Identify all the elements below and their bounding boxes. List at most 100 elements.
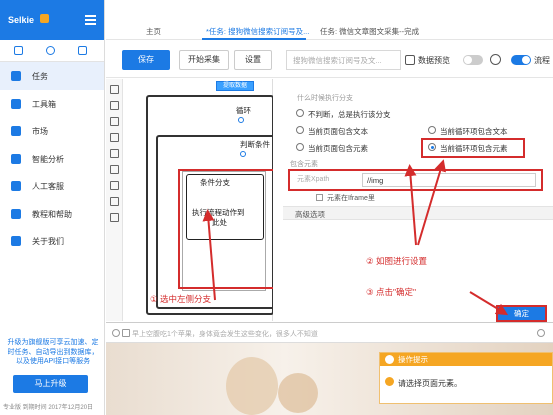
sidebar-item-label: 关于我们 <box>32 237 64 246</box>
condition-icon <box>240 151 246 157</box>
flow-switch[interactable] <box>511 55 531 65</box>
click-icon[interactable] <box>110 101 119 110</box>
book-icon <box>11 208 21 219</box>
iframe-checkbox[interactable] <box>316 194 323 201</box>
save-button[interactable]: 保存 <box>122 50 170 70</box>
toolbar: 保存 开始采集 设置 搜狗微信搜索订阅号及文... 数据预览 流程 <box>106 41 553 78</box>
tab-other-task[interactable]: 任务: 微信文章图文采集--完成 <box>320 26 419 37</box>
toolbox-icon <box>11 98 21 109</box>
radio-page-text[interactable] <box>296 126 304 134</box>
clipboard-icon[interactable] <box>14 46 23 55</box>
confirm-button[interactable]: 确定 <box>496 305 547 322</box>
flow-label: 流程 <box>534 56 550 65</box>
grid-icon[interactable] <box>78 46 87 55</box>
sidebar-item-about[interactable]: 关于我们 <box>0 227 104 255</box>
gear-icon[interactable] <box>46 46 55 55</box>
condition-icon[interactable] <box>110 181 119 190</box>
loop-icon <box>238 117 244 123</box>
open-page-icon[interactable] <box>110 85 119 94</box>
workflow-tool-column <box>106 79 123 321</box>
panel-title: 什么时候执行分支 <box>297 95 353 102</box>
extract-icon[interactable] <box>110 117 119 126</box>
browser-address-bar: 早上空腹吃1个苹果，身体竟会发生这些变化，很多人不知道 <box>106 323 553 343</box>
radio-always[interactable] <box>296 109 304 117</box>
loop-icon[interactable] <box>110 197 119 206</box>
flow-area: 提取数据 循环 判断条件 条件分支 执行流程动作到 此处 <box>128 79 273 321</box>
radio-page-element[interactable] <box>296 143 304 151</box>
captcha-icon[interactable] <box>110 149 119 158</box>
condition-settings-panel: 什么时候执行分支 不判断，总是执行该分支 当前页面包含文本 当前循环项包含文本 … <box>283 79 553 322</box>
radio-label: 当前页面包含元素 <box>308 144 368 153</box>
annotation-step1: ① 选中左侧分支 <box>150 294 211 304</box>
refresh-icon[interactable] <box>122 329 130 337</box>
tip-message: 请选择页面元素。 <box>398 379 462 388</box>
sidebar: Selkie 任务 工具箱 市场 智能分析 人工客服 教程和帮助 关于我们 升级… <box>0 0 105 415</box>
hover-icon[interactable] <box>110 165 119 174</box>
selection-highlight <box>421 138 525 158</box>
back-icon[interactable] <box>112 329 120 337</box>
start-collect-button[interactable]: 开始采集 <box>179 50 229 70</box>
radio-label: 当前页面包含文本 <box>308 127 368 136</box>
preview-label: 数据预览 <box>418 56 450 65</box>
tab-bar: 主页 *任务: 搜狗微信搜索订阅号及... 任务: 微信文章图文采集--完成 <box>106 0 553 40</box>
upgrade-button[interactable]: 马上升级 <box>13 375 88 393</box>
page-url-text[interactable]: 早上空腹吃1个苹果，身体竟会发生这些变化，很多人不知道 <box>132 329 318 339</box>
sidebar-item-tutorial[interactable]: 教程和帮助 <box>0 200 104 228</box>
xpath-label: 元素Xpath <box>297 176 330 183</box>
xpath-input[interactable]: //img <box>362 173 536 187</box>
advanced-options-label: 高级选项 <box>295 210 325 219</box>
preview-icon <box>405 55 415 65</box>
tip-title: 操作提示 <box>398 355 428 364</box>
tab-current-task[interactable]: *任务: 搜狗微信搜索订阅号及... <box>206 26 309 37</box>
extract-data-node[interactable]: 提取数据 <box>216 81 254 91</box>
crown-icon <box>40 14 49 23</box>
brand-name: Selkie <box>8 15 35 25</box>
market-icon <box>11 126 21 136</box>
radio-loop-text[interactable] <box>428 126 436 134</box>
sidebar-item-support[interactable]: 人工客服 <box>0 172 104 200</box>
sidebar-item-label: 智能分析 <box>32 154 64 164</box>
sidebar-item-analysis[interactable]: 智能分析 <box>0 145 104 173</box>
end-icon[interactable] <box>110 213 119 222</box>
input-icon[interactable] <box>110 133 119 142</box>
analysis-icon <box>11 153 21 164</box>
preview-switch[interactable] <box>463 55 483 65</box>
info-icon <box>385 355 394 364</box>
settings-button[interactable]: 设置 <box>234 50 272 70</box>
radio-label: 当前循环项包含文本 <box>440 127 508 136</box>
annotation-step2: ② 如图进行设置 <box>366 256 427 266</box>
apple-image <box>226 357 278 415</box>
license-footer: 专业版 到期时间 2017年12月20日 <box>3 405 94 411</box>
sidebar-item-label: 任务 <box>32 72 48 81</box>
branch-highlight <box>178 169 273 289</box>
iframe-label: 元素在Iframe里 <box>327 195 375 202</box>
annotation-step3: ③ 点击"确定" <box>366 287 417 297</box>
operation-tip: 操作提示 请选择页面元素。 <box>379 352 553 404</box>
user-icon <box>11 236 21 246</box>
upgrade-promo: 升级为旗舰版可享云加速、定时任务、自动导出到数据库，以及使用API接口等服务 <box>7 339 99 365</box>
tip-header: 操作提示 <box>380 353 552 366</box>
task-icon <box>11 71 21 81</box>
loop-label[interactable]: 循环 <box>236 105 251 116</box>
tab-home[interactable]: 主页 <box>146 26 161 37</box>
warning-icon <box>385 377 394 386</box>
target-icon[interactable] <box>537 329 545 337</box>
sidebar-item-task[interactable]: 任务 <box>0 62 104 90</box>
menu-icon[interactable] <box>85 15 96 25</box>
contain-element-title: 包含元素 <box>290 161 318 168</box>
sidebar-header: Selkie <box>0 0 104 40</box>
sidebar-item-market[interactable]: 市场 <box>0 117 104 145</box>
sidebar-item-label: 人工客服 <box>32 182 64 191</box>
radio-label: 不判断，总是执行该分支 <box>308 110 391 119</box>
task-name-field[interactable]: 搜狗微信搜索订阅号及文... <box>286 50 401 70</box>
sidebar-item-label: 工具箱 <box>32 99 56 109</box>
condition-label[interactable]: 判断条件 <box>240 139 270 150</box>
sidebar-item-label: 教程和帮助 <box>32 209 72 219</box>
active-tab-indicator <box>202 38 306 40</box>
workflow-canvas: 提取数据 循环 判断条件 条件分支 执行流程动作到 此处 <box>106 79 273 321</box>
advanced-options[interactable]: 高级选项 <box>283 206 553 220</box>
flow-icon <box>490 54 501 65</box>
headset-icon <box>11 181 21 191</box>
apple-image <box>278 373 318 413</box>
sidebar-item-toolbox[interactable]: 工具箱 <box>0 90 104 118</box>
